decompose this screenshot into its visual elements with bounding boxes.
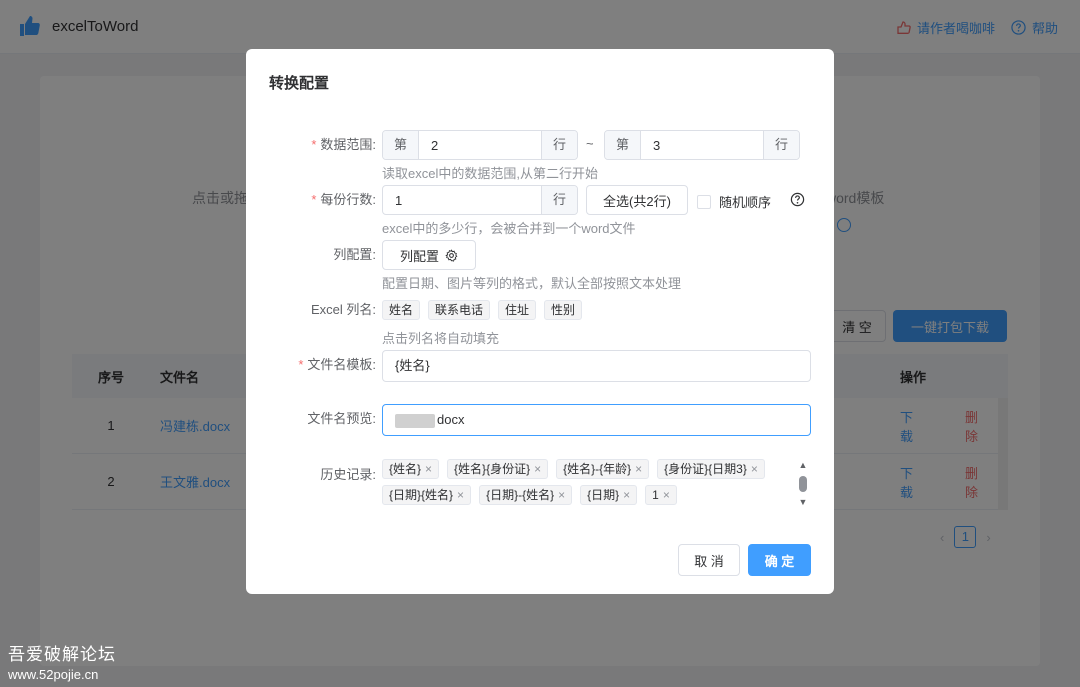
range-start-suffix: 行 xyxy=(541,131,577,159)
column-config-help: 配置日期、图片等列的格式，默认全部按照文本处理 xyxy=(382,276,682,291)
select-all-button[interactable]: 全选(共2行) xyxy=(586,185,688,215)
range-end-prefix: 第 xyxy=(605,131,641,159)
history-tag[interactable]: {姓名}{身份证} × xyxy=(447,459,549,479)
rows-per-file-suffix: 行 xyxy=(541,186,577,214)
filename-preview-label: 文件名预览: xyxy=(307,411,376,426)
data-range-label: * 数据范围: xyxy=(311,137,376,152)
range-end-input[interactable] xyxy=(641,131,763,159)
history-tag[interactable]: {姓名}-{年龄} × xyxy=(556,459,650,479)
history-tag[interactable]: {日期}{姓名} × xyxy=(382,485,472,505)
close-icon[interactable]: × xyxy=(623,486,630,504)
close-icon[interactable]: × xyxy=(425,460,432,478)
column-tag[interactable]: 联系电话 xyxy=(428,300,491,320)
history-tag[interactable]: {姓名} × xyxy=(382,459,440,479)
history-tag[interactable]: {日期}-{姓名} × xyxy=(479,485,573,505)
column-tag[interactable]: 住址 xyxy=(498,300,537,320)
column-config-button[interactable]: 列配置 xyxy=(382,240,476,270)
history-tags: {姓名} × {姓名}{身份证} × {姓名}-{年龄} × {身份证}{日期3} × … xyxy=(382,459,782,505)
column-config-label: 列配置: xyxy=(333,247,376,262)
history-tag[interactable]: 1 × xyxy=(645,485,677,505)
scroll-thumb[interactable] xyxy=(799,476,807,492)
rows-per-file-group: 行 xyxy=(382,185,578,215)
random-order-checkbox[interactable]: 随机顺序 xyxy=(697,192,771,211)
cancel-button[interactable]: 取 消 xyxy=(678,544,740,576)
column-tag[interactable]: 姓名 xyxy=(382,300,421,320)
dialog-title: 转换配置 xyxy=(269,75,330,92)
scroll-up-icon[interactable]: ▲ xyxy=(799,461,808,470)
watermark: 吾爱破解论坛 www.52pojie.cn xyxy=(8,640,116,682)
close-icon[interactable]: × xyxy=(663,486,670,504)
random-order-label: 随机顺序 xyxy=(719,195,772,210)
rows-per-file-input[interactable] xyxy=(383,186,541,214)
watermark-url: www.52pojie.cn xyxy=(8,667,99,682)
history-tag[interactable]: {身份证}{日期3} × xyxy=(657,459,765,479)
excel-columns-label: Excel 列名: xyxy=(310,302,376,317)
gear-icon xyxy=(445,248,458,262)
excel-columns-help: 点击列名将自动填充 xyxy=(382,331,500,346)
range-start-group: 第 行 xyxy=(382,130,578,160)
close-icon[interactable]: × xyxy=(534,460,541,478)
filename-template-input[interactable]: {姓名} xyxy=(382,350,811,382)
history-label: 历史记录: xyxy=(320,467,376,482)
close-icon[interactable]: × xyxy=(457,486,464,504)
scroll-down-icon[interactable]: ▼ xyxy=(799,498,808,507)
close-icon[interactable]: × xyxy=(635,460,642,478)
data-range-help: 读取excel中的数据范围,从第二行开始 xyxy=(382,166,598,181)
rows-per-file-help: excel中的多少行，会被合并到一个word文件 xyxy=(382,221,636,236)
question-circle-icon[interactable] xyxy=(790,192,805,207)
excel-column-tags: 姓名 联系电话 住址 性别 xyxy=(382,300,583,320)
redacted-blur xyxy=(395,413,435,428)
column-tag[interactable]: 性别 xyxy=(544,300,583,320)
confirm-button[interactable]: 确 定 xyxy=(748,544,811,576)
close-icon[interactable]: × xyxy=(751,460,758,478)
column-config-button-label: 列配置 xyxy=(399,248,439,264)
history-tag[interactable]: {日期} × xyxy=(580,485,638,505)
filename-preview-input[interactable]: docx xyxy=(382,404,811,436)
filename-template-label: * 文件名模板: xyxy=(298,357,376,372)
history-scrollbar[interactable]: ▲ ▼ xyxy=(796,461,810,507)
range-start-input[interactable] xyxy=(419,131,541,159)
range-end-suffix: 行 xyxy=(763,131,799,159)
close-icon[interactable]: × xyxy=(558,486,565,504)
rows-per-file-label: * 每份行数: xyxy=(311,192,376,207)
range-end-group: 第 行 xyxy=(604,130,800,160)
checkbox-box[interactable] xyxy=(697,194,711,209)
config-dialog: 转换配置 *数据范围: 第 行 ~ 第 行 读取excel中的数据范围,从第二行… xyxy=(246,49,834,594)
filename-preview-value: docx xyxy=(437,412,465,427)
range-separator: ~ xyxy=(586,136,594,151)
watermark-title: 吾爱破解论坛 xyxy=(8,645,116,664)
range-start-prefix: 第 xyxy=(383,131,419,159)
